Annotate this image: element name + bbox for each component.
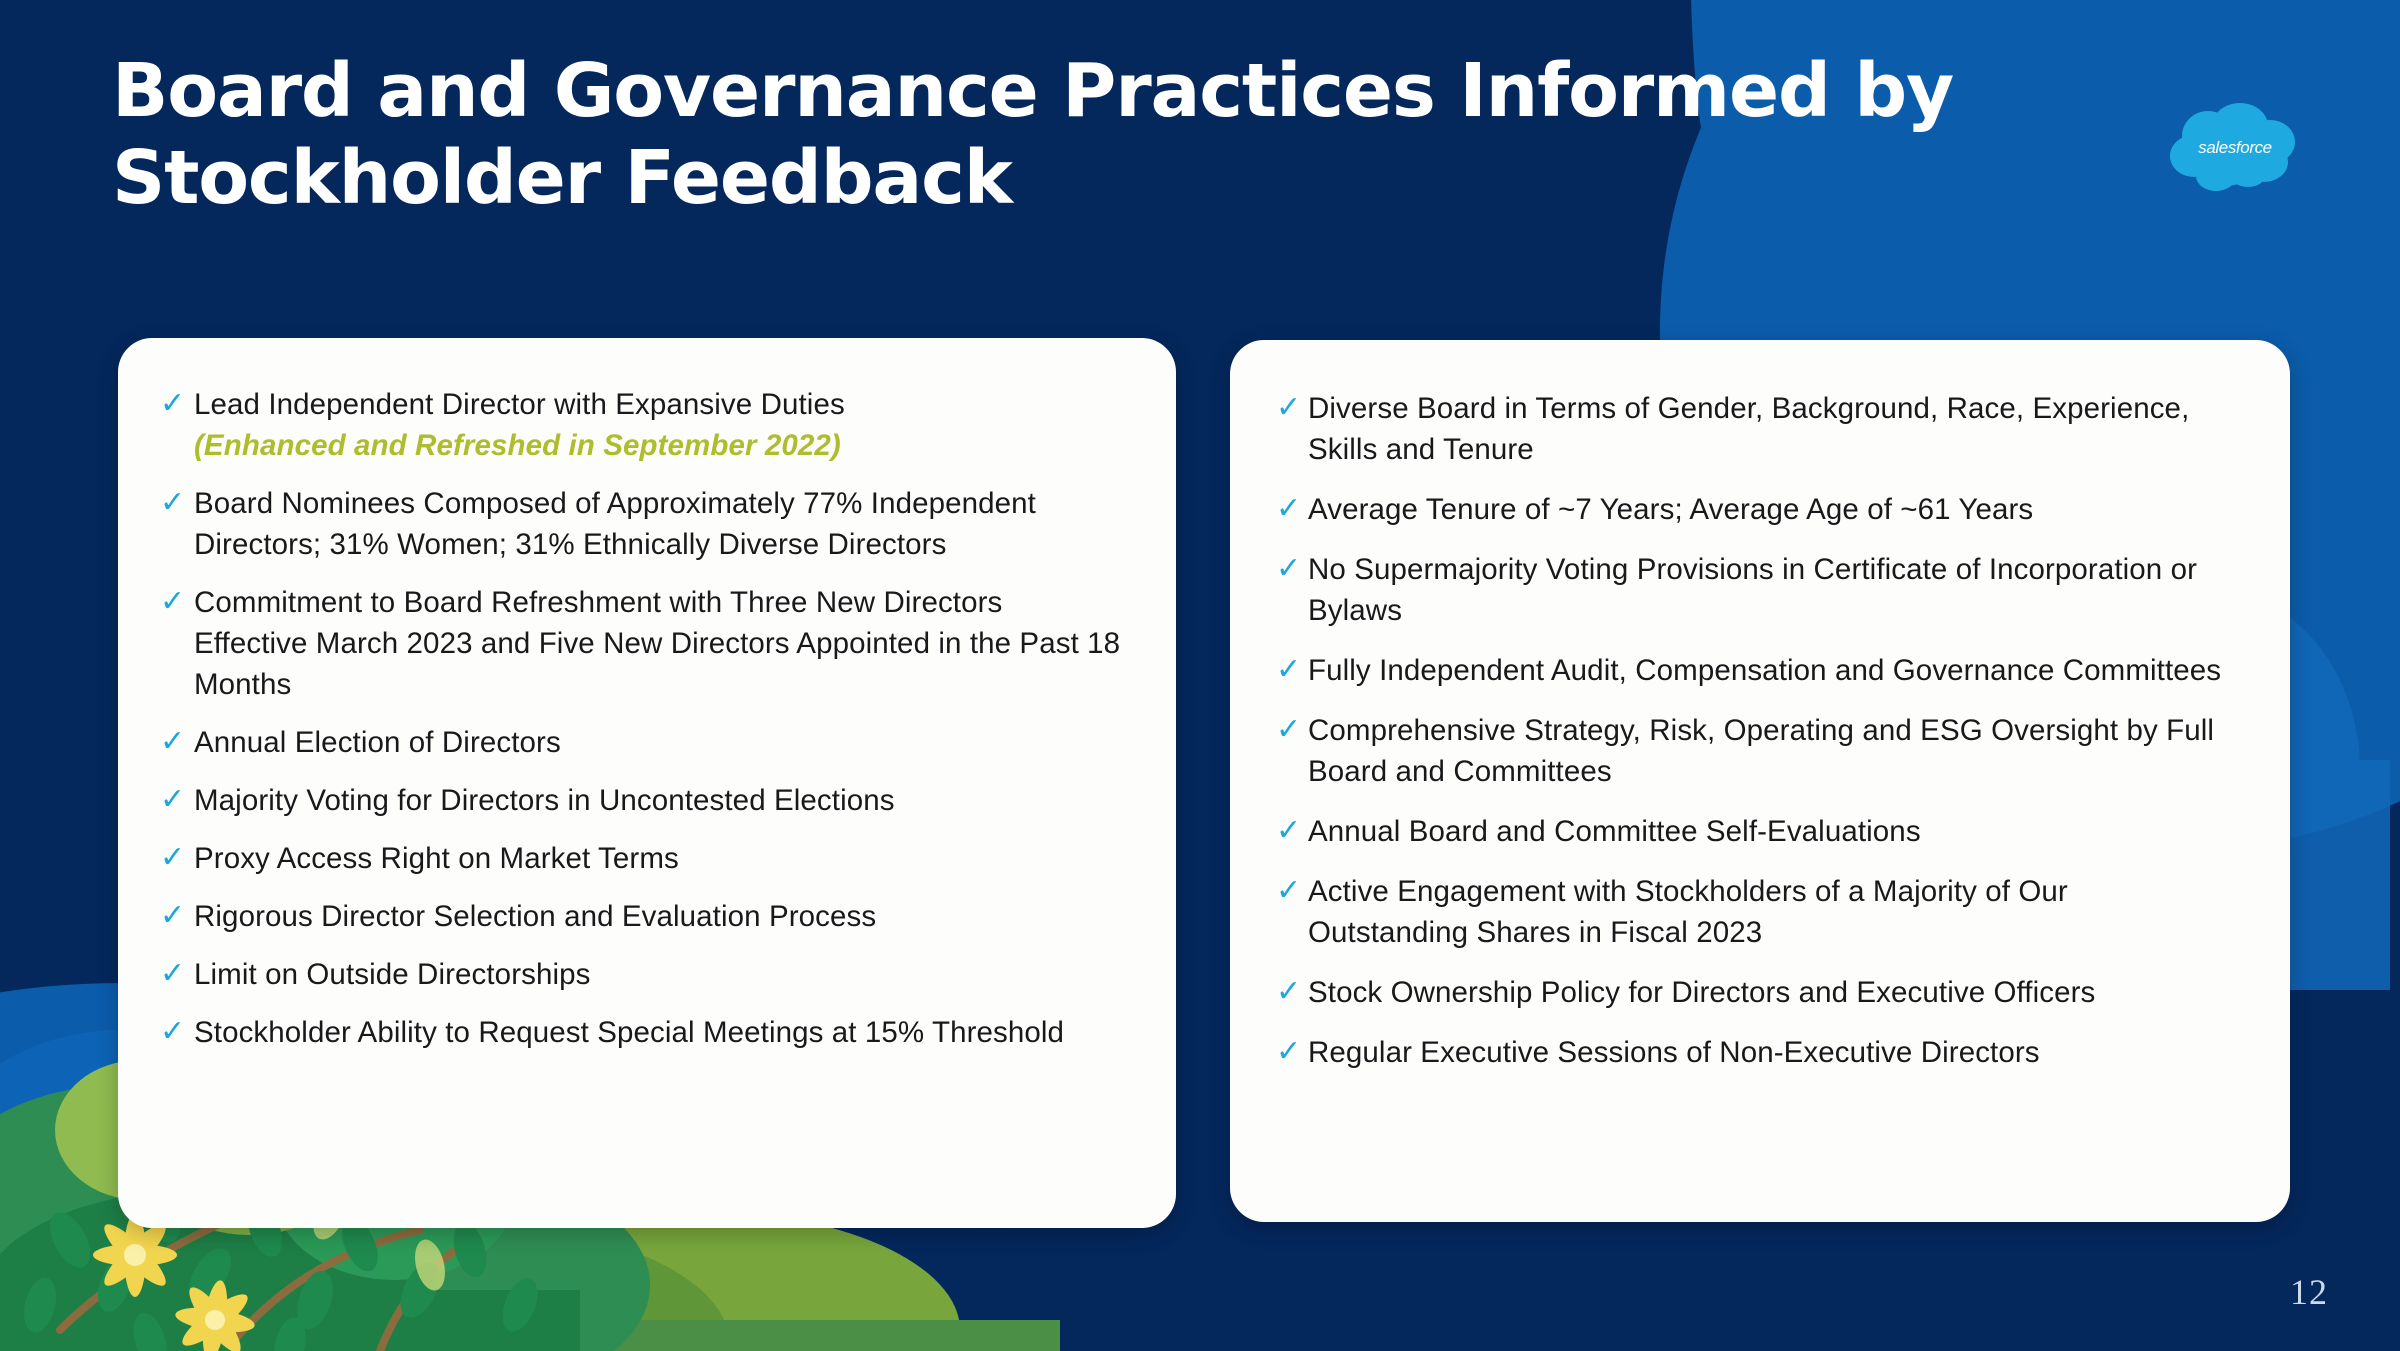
- checklist-item: ✓ Limit on Outside Directorships: [152, 954, 1142, 995]
- checklist-item-text: Diverse Board in Terms of Gender, Backgr…: [1308, 392, 2190, 466]
- checklist-item: ✓ Board Nominees Composed of Approximatel…: [152, 483, 1142, 565]
- check-icon: ✓: [1276, 813, 1302, 848]
- title-line-1: Board and Governance Practices Informed …: [112, 48, 1954, 134]
- checklist-item: ✓ Regular Executive Sessions of Non-Execu…: [1266, 1032, 2254, 1073]
- salesforce-logo: salesforce: [2160, 100, 2310, 195]
- check-icon: ✓: [1276, 712, 1302, 747]
- check-icon: ✓: [1276, 974, 1302, 1009]
- checklist-item: ✓ Average Tenure of ~7 Years; Average Age…: [1266, 489, 2254, 530]
- title-line-2: Stockholder Feedback: [112, 134, 1013, 221]
- checklist-item-text: Comprehensive Strategy, Risk, Operating …: [1308, 714, 2215, 788]
- checklist-item: ✓ Rigorous Director Selection and Evaluat…: [152, 896, 1142, 937]
- check-icon: ✓: [160, 1014, 186, 1049]
- checklist-item-highlight: (Enhanced and Refreshed in September 202…: [194, 429, 841, 462]
- page-number: 12: [2290, 1272, 2328, 1312]
- check-icon: ✓: [160, 782, 186, 817]
- check-icon: ✓: [1276, 873, 1302, 908]
- checklist-item-text: Lead Independent Director with Expansive…: [194, 384, 1142, 466]
- checklist-item: ✓ Stockholder Ability to Request Special …: [152, 1012, 1142, 1053]
- check-icon: ✓: [160, 898, 186, 933]
- check-icon: ✓: [160, 584, 186, 619]
- check-icon: ✓: [160, 386, 186, 421]
- checklist-item-text: Fully Independent Audit, Compensation an…: [1308, 654, 2222, 687]
- checklist-item-text: Stockholder Ability to Request Special M…: [194, 1016, 1065, 1049]
- check-icon: ✓: [1276, 1034, 1302, 1069]
- check-icon: ✓: [1276, 551, 1302, 586]
- check-icon: ✓: [1276, 491, 1302, 526]
- checklist-item-text: No Supermajority Voting Provisions in Ce…: [1308, 553, 2198, 627]
- checklist-item: ✓ Commitment to Board Refreshment with Th…: [152, 582, 1142, 705]
- left-checklist: ✓ Lead Independent Director with Expansiv…: [118, 338, 1176, 1090]
- checklist-item-text: Average Tenure of ~7 Years; Average Age …: [1308, 493, 2034, 526]
- checklist-item: ✓ Fully Independent Audit, Compensation a…: [1266, 650, 2254, 691]
- slide-canvas: salesforce Board and Governance Practice…: [0, 0, 2400, 1351]
- right-practices-card: ✓ Diverse Board in Terms of Gender, Backg…: [1230, 340, 2290, 1222]
- right-checklist: ✓ Diverse Board in Terms of Gender, Backg…: [1230, 340, 2290, 1112]
- checklist-item-text: Active Engagement with Stockholders of a…: [1308, 875, 2068, 949]
- checklist-item: ✓ No Supermajority Voting Provisions in C…: [1266, 549, 2254, 631]
- check-icon: ✓: [1276, 652, 1302, 687]
- checklist-item-text: Rigorous Director Selection and Evaluati…: [194, 900, 877, 933]
- check-icon: ✓: [160, 956, 186, 991]
- checklist-item: ✓ Comprehensive Strategy, Risk, Operating…: [1266, 710, 2254, 792]
- check-icon: ✓: [1276, 390, 1302, 425]
- check-icon: ✓: [160, 485, 186, 520]
- salesforce-wordmark: salesforce: [2198, 138, 2271, 157]
- check-icon: ✓: [160, 724, 186, 759]
- checklist-item: ✓ Proxy Access Right on Market Terms: [152, 838, 1142, 879]
- checklist-item: ✓ Majority Voting for Directors in Uncont…: [152, 780, 1142, 821]
- checklist-item-text: Limit on Outside Directorships: [194, 958, 591, 991]
- checklist-item: ✓ Active Engagement with Stockholders of …: [1266, 871, 2254, 953]
- slide-title: Board and Governance Practices Informed …: [112, 48, 2052, 221]
- checklist-item-text: Annual Election of Directors: [194, 726, 561, 759]
- checklist-item: ✓ Stock Ownership Policy for Directors an…: [1266, 972, 2254, 1013]
- checklist-item-text: Board Nominees Composed of Approximately…: [194, 487, 1036, 561]
- check-icon: ✓: [160, 840, 186, 875]
- salesforce-cloud-icon: salesforce: [2170, 103, 2295, 191]
- checklist-item-text: Majority Voting for Directors in Unconte…: [194, 784, 895, 817]
- left-practices-card: ✓ Lead Independent Director with Expansiv…: [118, 338, 1176, 1228]
- checklist-item-text: Proxy Access Right on Market Terms: [194, 842, 679, 875]
- checklist-item-text: Regular Executive Sessions of Non-Execut…: [1308, 1036, 2040, 1069]
- checklist-item-text: Commitment to Board Refreshment with Thr…: [194, 586, 1121, 701]
- checklist-item: ✓ Diverse Board in Terms of Gender, Backg…: [1266, 388, 2254, 470]
- checklist-item-text: Annual Board and Committee Self-Evaluati…: [1308, 815, 1921, 848]
- checklist-item: ✓ Lead Independent Director with Expansiv…: [152, 384, 1142, 466]
- checklist-item-text: Stock Ownership Policy for Directors and…: [1308, 976, 2096, 1009]
- checklist-item: ✓ Annual Election of Directors: [152, 722, 1142, 763]
- checklist-item: ✓ Annual Board and Committee Self-Evaluat…: [1266, 811, 2254, 852]
